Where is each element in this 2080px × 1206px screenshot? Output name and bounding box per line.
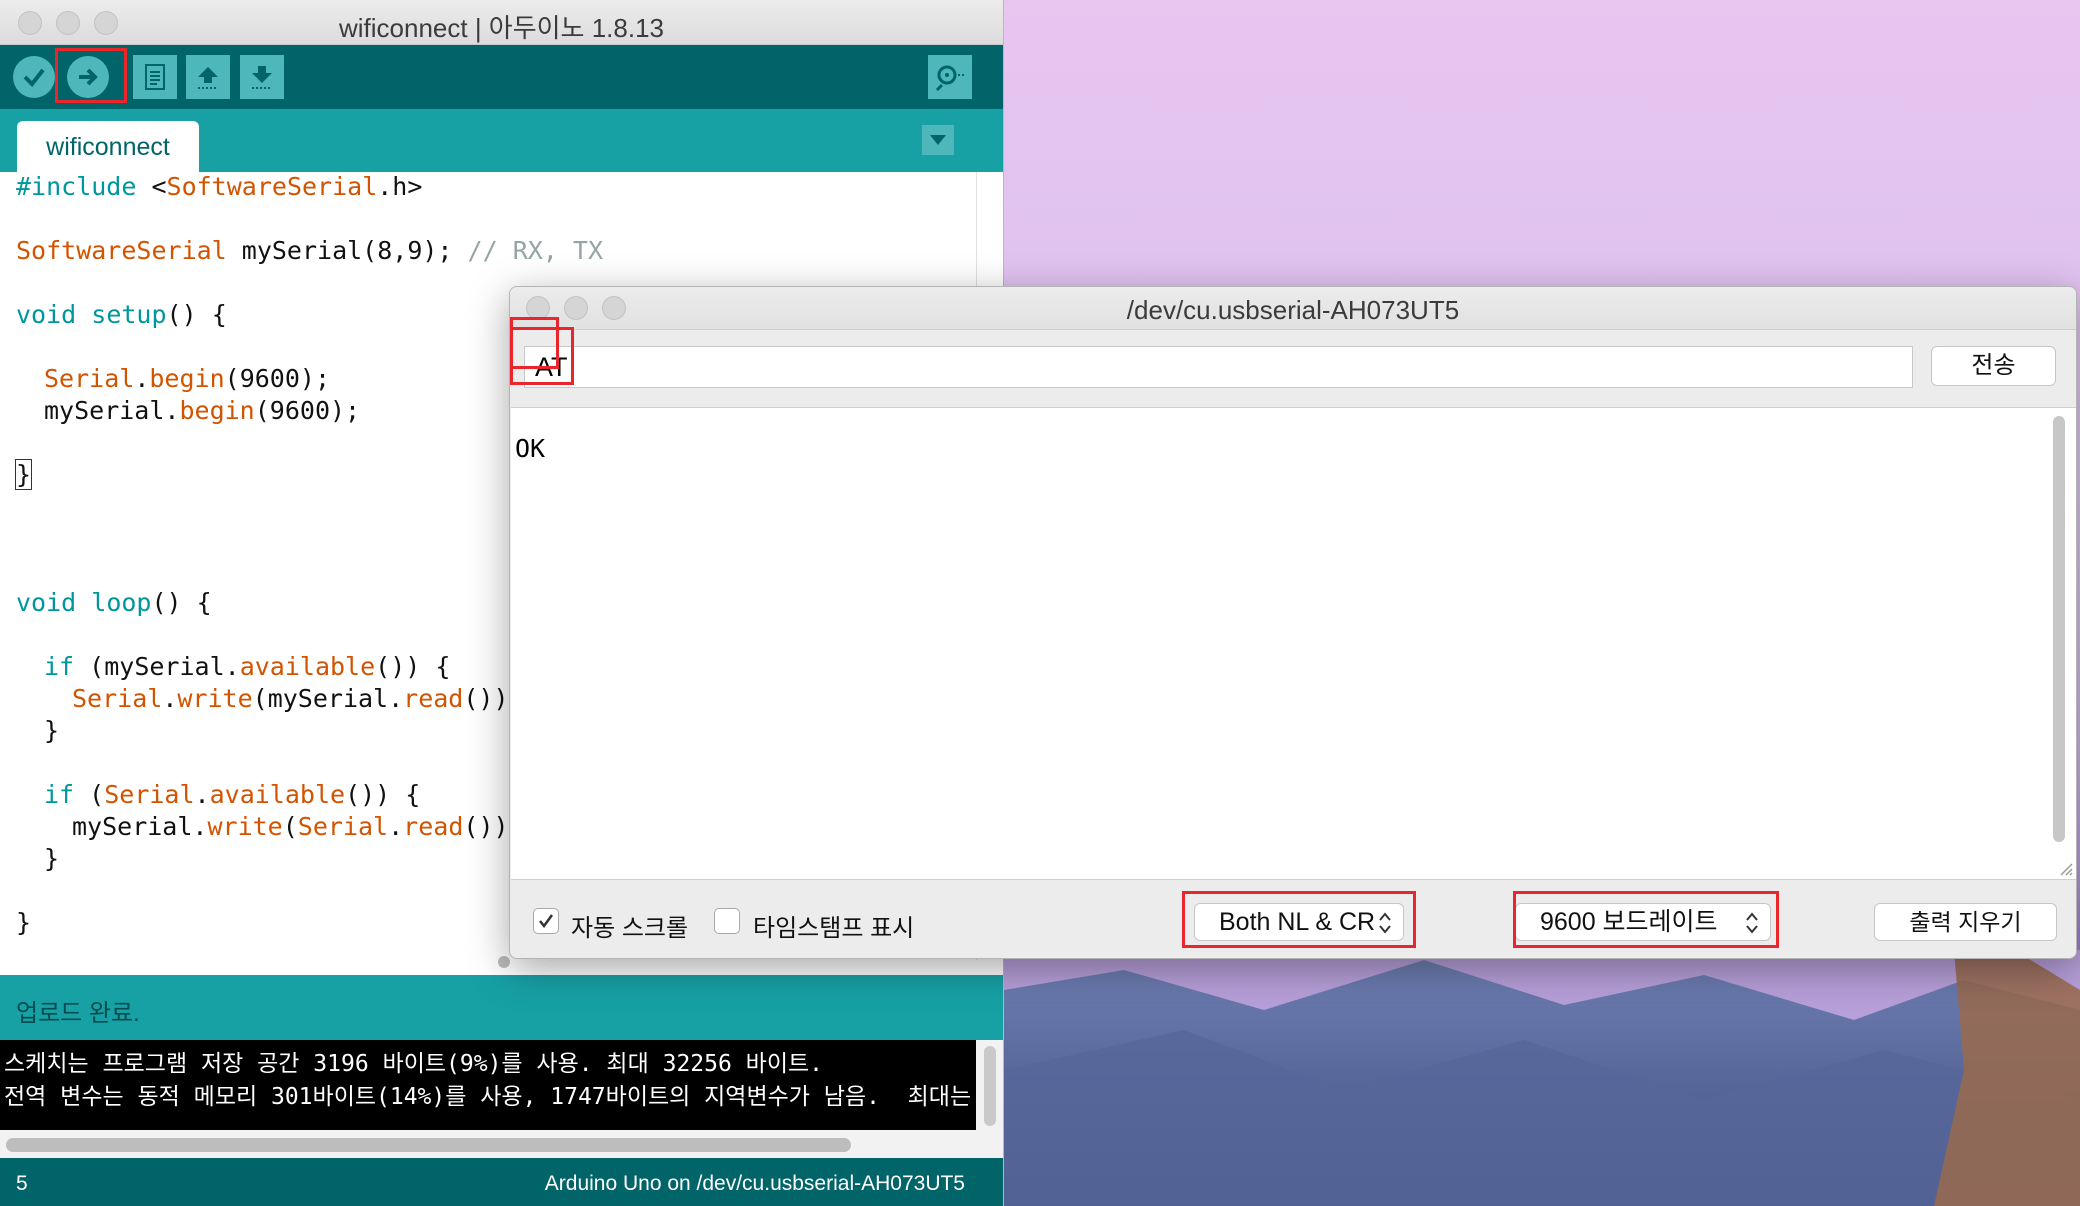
autoscroll-label: 자동 스크롤 [571,915,689,942]
ide-footer: 5 Arduino Uno on /dev/cu.usbserial-AH073… [0,1158,1003,1206]
serial-monitor-title: /dev/cu.usbserial-AH073UT5 [1126,295,1460,325]
line-ending-highlight [1182,891,1416,948]
timestamp-checkbox[interactable] [714,908,740,934]
serial-output-area: OK [511,407,2076,880]
code-line: mySerial.begin(9600); [44,396,361,425]
scroll-thumb[interactable] [6,1138,851,1152]
checkmark-icon [539,914,554,929]
tab-menu-button[interactable] [922,125,954,155]
baud-rate-highlight [1513,891,1779,948]
code-line: } [14,459,33,490]
timestamp-label: 타임스탬프 표시 [753,915,915,942]
verify-button[interactable] [13,56,55,98]
code-line: mySerial.write(Serial.read()); [72,812,524,841]
code-line: } [16,908,32,937]
save-button[interactable] [240,55,284,99]
scroll-thumb[interactable] [2053,416,2065,842]
code-line: Serial.begin(9600); [44,364,330,393]
tab-wificonnect[interactable]: wificonnect [17,121,199,172]
output-highlight [510,317,559,369]
code-line: SoftwareSerial mySerial(8,9); // RX, TX [16,236,604,265]
upload-status-bar: 업로드 완료. [0,975,1003,1040]
new-sketch-button[interactable] [133,55,177,99]
output-scrollbar[interactable] [2049,412,2069,844]
send-button[interactable]: 전송 [1931,346,2056,386]
code-line: void loop() { [16,588,212,617]
ide-titlebar: wificonnect | 아두이노 1.8.13 [0,0,1003,45]
serial-input-field[interactable]: AT [524,346,1913,388]
magnifier-icon [935,65,964,91]
serial-monitor-titlebar: /dev/cu.usbserial-AH073UT5 [510,287,2076,330]
autoscroll-checkbox[interactable] [533,908,559,934]
console-line: 스케치는 프로그램 저장 공간 3196 바이트(9%)를 사용. 최대 322… [4,1051,824,1077]
console-line: 전역 변수는 동적 메모리 301바이트(14%)를 사용, 1747바이트의 … [4,1084,976,1110]
code-line: if (mySerial.available()) { [44,652,451,681]
code-line: } [44,716,60,745]
upload-highlight [55,48,127,103]
upload-status-text: 업로드 완료. [16,1000,140,1027]
clear-output-button[interactable]: 출력 지우기 [1874,903,2057,941]
scroll-thumb[interactable] [984,1046,996,1126]
board-port-info: Arduino Uno on /dev/cu.usbserial-AH073UT… [544,1172,965,1195]
output-console: 스케치는 프로그램 저장 공간 3196 바이트(9%)를 사용. 최대 322… [0,1040,976,1130]
serial-monitor-button[interactable] [928,55,972,99]
split-pane-handle[interactable] [498,956,510,968]
document-icon [145,64,165,90]
checkmark-icon [23,68,45,88]
desktop-wallpaper [1004,950,2080,1206]
chevron-down-icon [930,135,946,145]
line-number: 5 [16,1172,28,1195]
resize-grip-icon[interactable] [2059,862,2073,876]
code-line: } [44,844,60,873]
arrow-up-icon [198,67,218,89]
code-line: void setup() { [16,300,227,329]
arrow-down-icon [252,66,272,89]
serial-monitor-footer: 자동 스크롤 타임스탬프 표시 Both NL & CR 9600 보드레이트 … [510,881,2076,958]
code-line: Serial.write(mySerial.read()); [72,684,524,713]
tab-bar: wificonnect [0,109,1003,172]
code-line: #include <SoftwareSerial.h> [16,172,423,201]
code-line: if (Serial.available()) { [44,780,421,809]
open-button[interactable] [186,55,230,99]
serial-monitor-window: /dev/cu.usbserial-AH073UT5 AT 전송 OK 자동 스… [509,286,2077,959]
console-vertical-scrollbar[interactable] [976,1040,1003,1130]
ide-window-title: wificonnect | 아두이노 1.8.13 [338,13,664,43]
serial-output-text: OK [515,434,546,463]
console-horizontal-scrollbar[interactable] [0,1130,1003,1158]
ide-toolbar [0,45,1003,109]
